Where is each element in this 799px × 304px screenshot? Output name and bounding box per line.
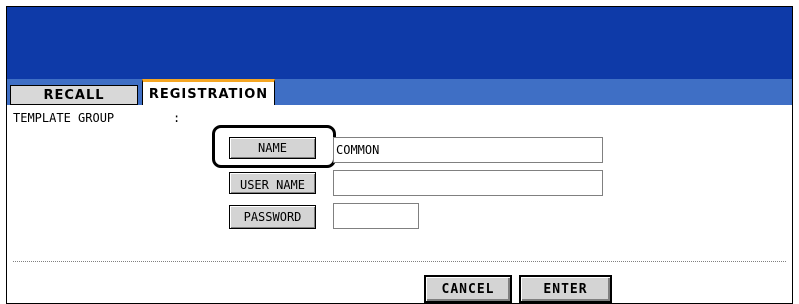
tab-registration[interactable]: REGISTRATION [142,79,275,106]
divider [13,261,786,262]
password-field[interactable] [333,203,419,229]
enter-button[interactable]: ENTER [519,275,612,303]
user-name-field[interactable] [333,170,603,196]
cancel-button[interactable]: CANCEL [424,275,512,303]
template-group-label: TEMPLATE GROUP [13,111,115,125]
copier-panel-screen: RECALL REGISTRATION TEMPLATE GROUP : NAM… [6,6,793,304]
header-bar [7,7,792,79]
tab-recall[interactable]: RECALL [10,85,138,105]
name-field[interactable]: COMMON [333,137,603,163]
template-group-separator: : [173,111,181,125]
registration-panel: TEMPLATE GROUP : NAME COMMON USER NAME P… [7,105,792,303]
user-name-button[interactable]: USER NAME [229,172,316,194]
password-button[interactable]: PASSWORD [229,205,316,229]
name-button[interactable]: NAME [229,137,316,159]
tab-bar: RECALL REGISTRATION [7,79,792,106]
